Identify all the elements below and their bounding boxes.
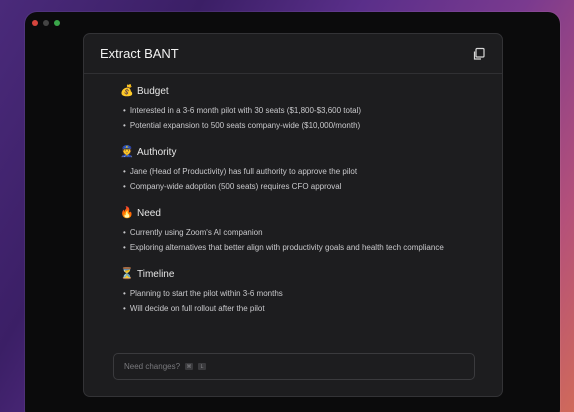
section-need: 🔥 Need • Currently using Zoom's AI compan…: [120, 206, 502, 255]
money-bag-icon: 💰: [120, 85, 134, 97]
close-window-button[interactable]: [32, 20, 38, 26]
copy-icon[interactable]: [472, 47, 486, 61]
list-item: • Potential expansion to 500 seats compan…: [123, 120, 361, 130]
section-budget: 💰 Budget • Interested in a 3-6 month pilo…: [120, 84, 502, 133]
list-item: • Exploring alternatives that better alig…: [123, 242, 444, 252]
bant-panel: Extract BANT 💰 Budget • Interested in a 3…: [83, 33, 503, 397]
section-timeline: ⏳ Timeline • Planning to start the pilot …: [120, 267, 502, 316]
command-key-hint: ⌘: [185, 363, 194, 370]
officer-icon: 👮: [120, 146, 134, 158]
section-title: Authority: [137, 146, 177, 158]
app-window: Extract BANT 💰 Budget • Interested in a 3…: [25, 12, 560, 412]
panel-header: Extract BANT: [84, 34, 502, 74]
l-key-hint: L: [198, 363, 207, 370]
fire-icon: 🔥: [120, 207, 134, 219]
input-placeholder: Need changes?: [124, 362, 181, 371]
list-item: • Jane (Head of Productivity) has full au…: [123, 167, 358, 176]
window-controls: [32, 20, 60, 26]
section-title: Need: [137, 207, 161, 219]
section-title: Timeline: [137, 268, 175, 280]
list-item: • Interested in a 3-6 month pilot with 30…: [123, 106, 362, 115]
bant-content: 💰 Budget • Interested in a 3-6 month pilo…: [84, 74, 502, 316]
change-request-input[interactable]: Need changes? ⌘ L: [113, 353, 475, 380]
hourglass-icon: ⏳: [120, 268, 134, 280]
section-title: Budget: [137, 85, 169, 97]
minimize-window-button[interactable]: [43, 20, 49, 26]
panel-title: Extract BANT: [100, 46, 179, 61]
list-item: • Currently using Zoom's AI companion: [123, 228, 263, 237]
list-item: • Planning to start the pilot within 3-6 …: [123, 289, 283, 298]
section-authority: 👮 Authority • Jane (Head of Productivity)…: [120, 145, 502, 194]
maximize-window-button[interactable]: [54, 20, 60, 26]
list-item: • Will decide on full rollout after the p…: [123, 303, 265, 313]
list-item: • Company-wide adoption (500 seats) requi…: [123, 181, 342, 191]
